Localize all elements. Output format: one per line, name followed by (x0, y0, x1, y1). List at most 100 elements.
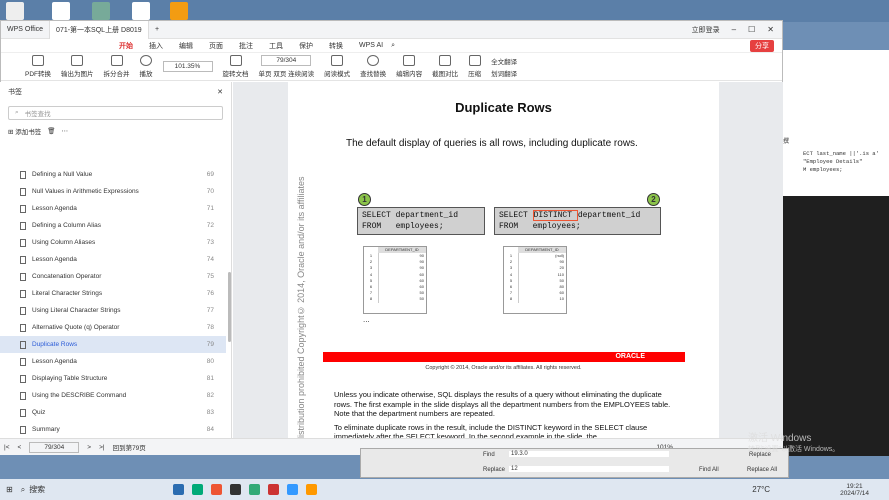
find-input[interactable]: 19.3.0 (509, 451, 669, 457)
taskbar-app-icon[interactable] (173, 484, 185, 495)
new-tab-button[interactable]: + (149, 21, 165, 39)
desktop-icon[interactable] (170, 2, 188, 20)
page-nav[interactable]: 79/304 单页 双页 连续阅读 (259, 55, 314, 78)
close-icon[interactable]: ✕ (767, 25, 774, 34)
edit-content-button[interactable]: 编辑内容 (396, 55, 422, 78)
zoom-control[interactable]: 101.35% (162, 61, 213, 72)
status-page-input[interactable]: 79/304 (29, 441, 80, 453)
minimize-icon[interactable]: – (732, 25, 736, 34)
menu-item-tools[interactable]: 工具 (261, 41, 291, 51)
weather[interactable]: 27°C (752, 485, 770, 494)
bookmark-item[interactable]: Using the DESCRIBE Command 82 (0, 387, 226, 404)
double-page-button[interactable]: 双页 (273, 71, 286, 78)
replace-all-button[interactable]: Replace All (747, 467, 777, 473)
word-translate-button[interactable]: 划词翻译 (491, 68, 517, 78)
search-icon[interactable]: ⌕ (391, 42, 395, 50)
share-button[interactable]: 分享 (750, 39, 774, 52)
single-page-button[interactable]: 单页 (259, 71, 272, 78)
pdf-convert-button[interactable]: PDF转换 (25, 55, 51, 78)
bookmark-item[interactable]: Lesson Agenda 71 (0, 200, 226, 217)
bookmark-item[interactable]: Lesson Agenda 80 (0, 353, 226, 370)
code1-line2: FROM employees; (362, 222, 444, 231)
continuous-read-button[interactable]: 连续阅读 (288, 71, 314, 78)
bookmark-icon (20, 374, 26, 383)
next-page-icon[interactable]: > (87, 444, 91, 451)
bookmark-item[interactable]: Quiz 83 (0, 404, 226, 421)
table1-rows: 1 90 2 90 3 90 4 60 5 60 6 60 7 50 8 50 (364, 253, 426, 303)
desktop-icon[interactable] (132, 2, 150, 20)
bookmark-item[interactable]: Lesson Agenda 74 (0, 251, 226, 268)
find-all-button[interactable]: Find All (699, 467, 719, 473)
bookmark-panel-title: 书签 (8, 89, 22, 96)
bookmark-item[interactable]: Using Literal Character Strings 77 (0, 302, 226, 319)
menu-item-comment[interactable]: 批注 (231, 41, 261, 51)
split-merge-button[interactable]: 拆分合并 (104, 55, 130, 78)
clock[interactable]: 19:21 2024/7/14 (840, 483, 869, 497)
bookmark-search-input[interactable]: ⌕ 书签查找 (8, 106, 223, 120)
maximize-icon[interactable]: ☐ (748, 25, 755, 34)
export-image-label: 输出为图片 (61, 71, 94, 78)
bookmark-page: 81 (206, 375, 214, 382)
menu-item-convert[interactable]: 转换 (321, 41, 351, 51)
bookmark-item[interactable]: Literal Character Strings 76 (0, 285, 226, 302)
bookmark-item[interactable]: Summary 84 (0, 421, 226, 438)
delete-icon[interactable]: 🗑 (47, 127, 55, 135)
more-icon[interactable]: ⋯ (62, 127, 69, 135)
brand-tab[interactable]: WPS Office (1, 21, 49, 39)
menu-item-protect[interactable]: 保护 (291, 41, 321, 51)
wps-ai-button[interactable]: WPS AI (351, 42, 391, 49)
screenshot-compare-button[interactable]: 截图对比 (432, 55, 458, 78)
taskbar-app-icon[interactable] (287, 484, 299, 495)
bookmark-item[interactable]: Defining a Column Alias 72 (0, 217, 226, 234)
export-image-button[interactable]: 输出为图片 (61, 55, 94, 78)
menu-item-edit[interactable]: 编辑 (171, 41, 201, 51)
bookmark-item[interactable]: Null Values in Arithmetic Expressions 70 (0, 183, 226, 200)
menu-item-page[interactable]: 页面 (201, 41, 231, 51)
bookmark-item[interactable]: Using Column Aliases 73 (0, 234, 226, 251)
taskbar-app-icon[interactable] (211, 484, 223, 495)
bookmark-item[interactable]: Displaying Table Structure 81 (0, 370, 226, 387)
taskbar-search-icon[interactable]: ⌕ (21, 485, 25, 495)
taskbar-app-icon[interactable] (249, 484, 261, 495)
login-link[interactable]: 立即登录 (692, 25, 720, 35)
desktop-icon[interactable] (52, 2, 70, 20)
zoom-select[interactable]: 101.35% (162, 61, 213, 72)
compress-button[interactable]: 压缩 (468, 55, 481, 78)
windows-start-icon[interactable]: ⊞ (6, 485, 13, 494)
back-to-page-link[interactable]: 回到第79页 (113, 442, 146, 452)
bookmark-item[interactable]: Alternative Quote (q) Operator 78 (0, 319, 226, 336)
taskbar-app-icon[interactable] (306, 484, 318, 495)
desktop-icon[interactable] (6, 2, 24, 20)
bookmark-label: Using Column Aliases (32, 239, 96, 246)
bookmark-item[interactable]: Concatenation Operator 75 (0, 268, 226, 285)
prev-page-icon[interactable]: < (17, 444, 21, 451)
code1-line1: SELECT department_id (362, 211, 459, 220)
watermark-line1: 激活 Windows (748, 433, 812, 444)
menu-item-insert[interactable]: 插入 (141, 41, 171, 51)
translate-group[interactable]: 全文翻译 划词翻译 (491, 56, 517, 78)
close-panel-icon[interactable]: ✕ (217, 88, 223, 96)
menu-bar: 开始 插入 编辑 页面 批注 工具 保护 转换 WPS AI ⌕ 分享 (1, 39, 782, 53)
bookmark-label: Summary (32, 426, 60, 433)
taskbar-search[interactable]: 搜索 (29, 484, 169, 495)
bookmark-item[interactable]: Duplicate Rows 79 (0, 336, 226, 353)
desktop-icon[interactable] (92, 2, 110, 20)
rotate-button[interactable]: 旋转文档 (223, 55, 249, 78)
page-input[interactable]: 79/304 (261, 55, 312, 66)
find-replace-button[interactable]: 查找替换 (360, 55, 386, 78)
first-page-icon[interactable]: |< (4, 444, 9, 451)
read-mode-button[interactable]: 阅读模式 (324, 55, 350, 78)
menu-item-start[interactable]: 开始 (111, 41, 141, 51)
full-translate-button[interactable]: 全文翻译 (491, 56, 517, 66)
add-bookmark-button[interactable]: ⊞ 添加书签 (8, 126, 41, 136)
replace-input[interactable]: 12 (509, 466, 669, 472)
taskbar-app-icon[interactable] (230, 484, 242, 495)
sidebar-scrollbar[interactable] (228, 272, 231, 342)
last-page-icon[interactable]: >| (99, 444, 104, 451)
document-tab[interactable]: 071-第一本SQL上册 D8019 (49, 20, 150, 39)
taskbar-app-icon[interactable] (192, 484, 204, 495)
ellipsis: ... (363, 315, 370, 324)
taskbar-app-icon[interactable] (268, 484, 280, 495)
play-button[interactable]: 播放 (140, 55, 153, 78)
bookmark-item[interactable]: Defining a Null Value 69 (0, 166, 226, 183)
